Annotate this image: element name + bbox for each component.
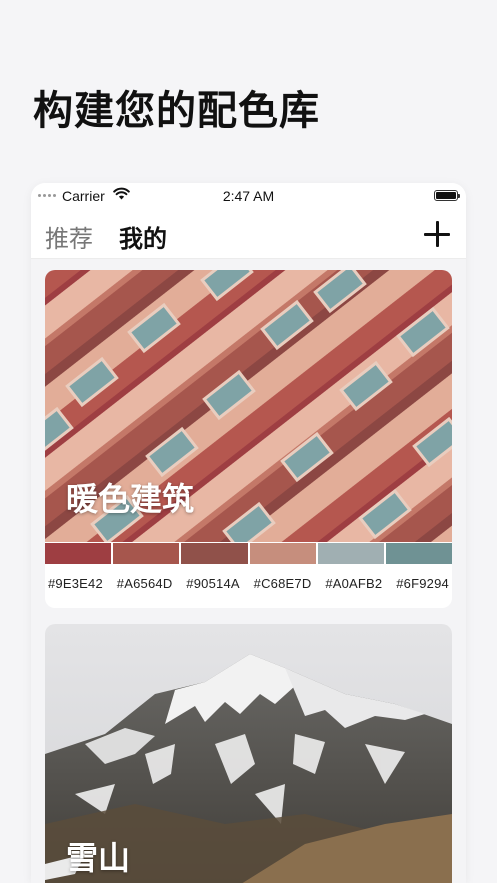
page-headline: 构建您的配色库 — [33, 88, 320, 134]
hex-label: #9E3E42 — [48, 576, 103, 591]
card-title: 雪山 — [66, 839, 131, 877]
hex-label: #A0AFB2 — [325, 576, 383, 591]
tab-mine[interactable]: 我的 — [119, 219, 167, 254]
palette-card[interactable]: 雪山 — [45, 624, 452, 883]
add-palette-button[interactable] — [424, 221, 450, 247]
hex-label: #C68E7D — [253, 576, 312, 591]
battery-icon — [434, 190, 460, 201]
tab-recommend[interactable]: 推荐 — [45, 219, 93, 254]
status-bar: Carrier 2:47 AM — [31, 183, 466, 209]
card-image-building: 暖色建筑 — [45, 270, 452, 542]
status-time: 2:47 AM — [222, 188, 275, 204]
nav-bar: 推荐 我的 — [31, 209, 466, 259]
color-swatch[interactable] — [385, 543, 452, 564]
color-swatch[interactable] — [249, 543, 316, 564]
hex-label: #6F9294 — [396, 576, 449, 591]
color-swatch[interactable] — [317, 543, 384, 564]
hex-label: #90514A — [186, 576, 240, 591]
hex-label: #A6564D — [116, 576, 173, 591]
color-swatch[interactable] — [45, 543, 112, 564]
card-image-mountain: 雪山 — [45, 624, 452, 883]
color-swatch[interactable] — [113, 543, 180, 564]
card-title: 暖色建筑 — [66, 480, 195, 518]
hex-labels: #9E3E42 #A6564D #90514A #C68E7D #A0AFB2 … — [45, 564, 452, 591]
color-swatch[interactable] — [181, 543, 248, 564]
palette-swatches — [45, 543, 452, 564]
phone-screenshot: Carrier 2:47 AM 推荐 我的 暖色建筑 #9E3E42 #A656… — [31, 183, 466, 883]
palette-card[interactable]: 暖色建筑 #9E3E42 #A6564D #90514A #C68E7D #A0… — [45, 270, 452, 608]
